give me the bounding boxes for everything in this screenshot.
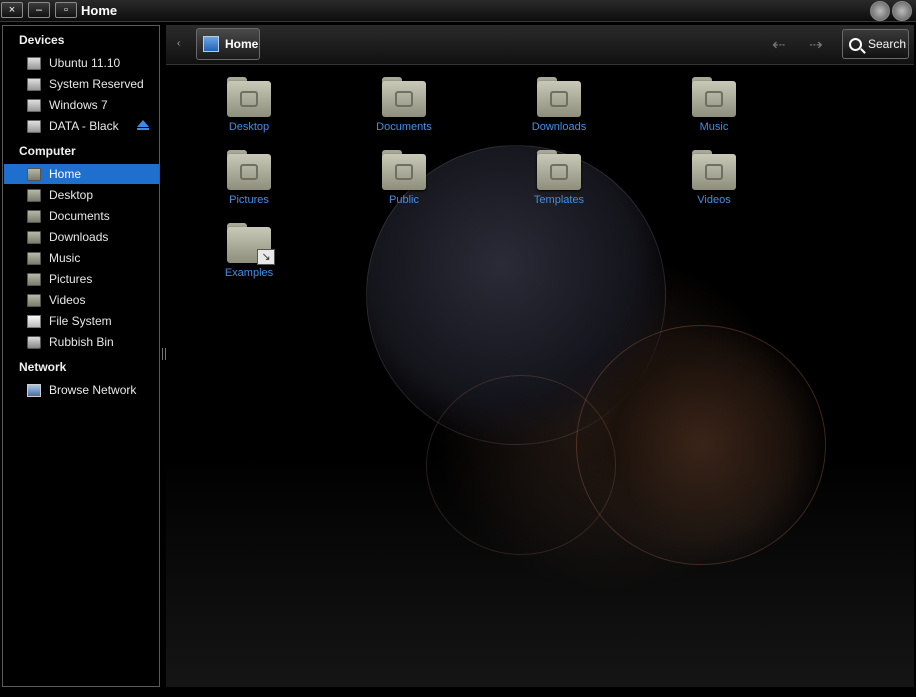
sidebar-item-label: Home — [49, 167, 82, 181]
filesystem-icon — [27, 314, 41, 328]
examples-folder-link-icon: ↘ — [227, 223, 275, 265]
wallpaper-fog — [166, 455, 914, 687]
drive-icon — [27, 98, 41, 112]
toolbar: ‹ Home ⇠ ⇢ Search — [166, 25, 914, 65]
file-item-desktop[interactable]: Desktop — [194, 77, 304, 143]
file-item-label: Documents — [376, 121, 432, 133]
sidebar-item-home[interactable]: Home — [4, 164, 159, 184]
power-indicator-icon[interactable] — [870, 1, 890, 21]
folder-icon — [27, 293, 41, 307]
breadcrumb-scroll-left[interactable]: ‹ — [177, 38, 180, 49]
drive-icon — [27, 56, 41, 70]
network-header: Network — [19, 360, 67, 374]
folder-icon — [27, 209, 41, 223]
breadcrumb-home[interactable]: Home — [196, 28, 260, 60]
file-view: ‹ Home ⇠ ⇢ Search Desktop Documents Down… — [166, 25, 914, 687]
sidebar-item-rubbish-bin[interactable]: Rubbish Bin — [4, 332, 159, 352]
file-item-pictures[interactable]: Pictures — [194, 150, 304, 216]
places-sidebar: Devices Ubuntu 11.10 System Reserved Win… — [2, 25, 160, 687]
desktop-folder-icon — [227, 77, 271, 117]
forward-arrow-icon[interactable]: ⇢ — [809, 35, 822, 55]
sidebar-item-label: Pictures — [49, 272, 93, 286]
title-bar: × – ▫ Home — [0, 0, 916, 22]
sidebar-item-browse-network[interactable]: Browse Network — [4, 380, 159, 400]
documents-folder-icon — [382, 77, 426, 117]
search-label: Search — [868, 37, 907, 51]
sidebar-item-system-reserved[interactable]: System Reserved — [4, 74, 159, 94]
network-icon — [27, 383, 41, 397]
file-item-label: Pictures — [229, 194, 269, 206]
sidebar-item-file-system[interactable]: File System — [4, 311, 159, 331]
public-folder-icon — [382, 150, 426, 190]
file-item-label: Examples — [224, 267, 274, 279]
folder-icon — [27, 251, 41, 265]
sidebar-item-label: Ubuntu 11.10 — [49, 56, 121, 70]
sidebar-item-label: Windows 7 — [49, 98, 108, 112]
sidebar-item-pictures[interactable]: Pictures — [4, 269, 159, 289]
search-button[interactable]: Search — [842, 29, 909, 59]
drive-icon — [27, 119, 41, 133]
file-item-public[interactable]: Public — [349, 150, 459, 216]
videos-folder-icon — [692, 150, 736, 190]
file-item-label: Templates — [533, 194, 585, 206]
home-icon — [203, 36, 219, 52]
sidebar-item-downloads[interactable]: Downloads — [4, 227, 159, 247]
sidebar-item-label: DATA - Black — [49, 119, 119, 133]
breadcrumb-home-label: Home — [225, 37, 259, 51]
sidebar-item-ubuntu[interactable]: Ubuntu 11.10 — [4, 53, 159, 73]
sidebar-item-label: System Reserved — [49, 77, 144, 91]
folder-icon — [27, 230, 41, 244]
maximize-button[interactable]: ▫ — [55, 2, 77, 18]
sidebar-item-label: Desktop — [49, 188, 94, 202]
sidebar-item-label: Documents — [49, 209, 110, 223]
sidebar-item-videos[interactable]: Videos — [4, 290, 159, 310]
file-item-downloads[interactable]: Downloads — [504, 77, 614, 143]
file-item-label: Downloads — [531, 121, 587, 133]
sidebar-item-documents[interactable]: Documents — [4, 206, 159, 226]
home-folder-icon — [27, 167, 41, 181]
back-arrow-icon[interactable]: ⇠ — [772, 35, 785, 55]
music-folder-icon — [692, 77, 736, 117]
ubuntu-indicator-icon[interactable] — [892, 1, 912, 21]
file-item-label: Desktop — [228, 121, 270, 133]
file-item-label: Music — [699, 121, 729, 133]
file-item-templates[interactable]: Templates — [504, 150, 614, 216]
folder-icon — [27, 188, 41, 202]
symlink-arrow-icon: ↘ — [257, 249, 275, 265]
sidebar-item-label: Downloads — [49, 230, 109, 244]
eject-icon[interactable] — [137, 120, 149, 127]
sidebar-item-music[interactable]: Music — [4, 248, 159, 268]
file-item-label: Videos — [697, 194, 731, 206]
search-icon — [849, 37, 862, 51]
folder-icon — [27, 272, 41, 286]
indicator-area — [870, 1, 912, 21]
minimize-button[interactable]: – — [28, 2, 50, 18]
sidebar-item-label: File System — [49, 314, 112, 328]
devices-header: Devices — [19, 33, 65, 47]
close-button[interactable]: × — [1, 2, 23, 18]
sidebar-item-label: Browse Network — [49, 383, 137, 397]
sidebar-item-label: Videos — [49, 293, 86, 307]
sidebar-item-data-black[interactable]: DATA - Black — [4, 116, 159, 136]
drive-icon — [27, 77, 41, 91]
templates-folder-icon — [537, 150, 581, 190]
trash-icon — [27, 335, 41, 349]
file-item-videos[interactable]: Videos — [659, 150, 769, 216]
window-title: Home — [81, 3, 118, 18]
downloads-folder-icon — [537, 77, 581, 117]
sidebar-item-desktop[interactable]: Desktop — [4, 185, 159, 205]
file-item-documents[interactable]: Documents — [349, 77, 459, 143]
computer-header: Computer — [19, 144, 76, 158]
file-item-examples[interactable]: ↘ Examples — [194, 223, 304, 289]
pictures-folder-icon — [227, 150, 271, 190]
sidebar-item-label: Rubbish Bin — [49, 335, 114, 349]
sidebar-item-windows7[interactable]: Windows 7 — [4, 95, 159, 115]
eject-icon-bar — [137, 128, 149, 130]
sidebar-item-label: Music — [49, 251, 81, 265]
file-item-music[interactable]: Music — [659, 77, 769, 143]
file-item-label: Public — [389, 194, 419, 206]
